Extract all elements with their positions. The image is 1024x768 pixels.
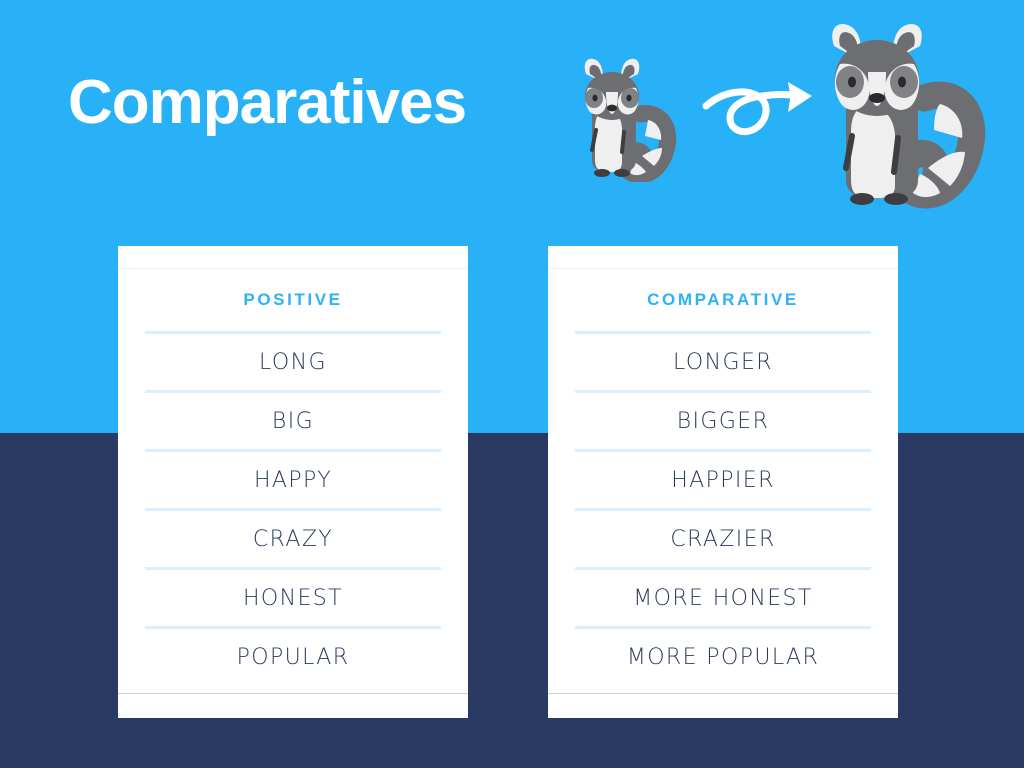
- row-label: MORE HONEST: [633, 585, 813, 611]
- table-row: LONG: [145, 331, 441, 390]
- card-top-strip: [548, 246, 898, 269]
- row-label: MORE POPULAR: [626, 644, 820, 670]
- row-label: POPULAR: [236, 644, 350, 670]
- row-label: HAPPIER: [671, 467, 775, 493]
- table-row: MORE POPULAR: [575, 626, 871, 685]
- raccoon-large-icon: [832, 24, 986, 209]
- row-label: LONGER: [673, 349, 773, 375]
- table-row: CRAZIER: [575, 508, 871, 567]
- table-row: BIGGER: [575, 390, 871, 449]
- table-row: HONEST: [145, 567, 441, 626]
- table-row: BIG: [145, 390, 441, 449]
- column-header-comparative: COMPARATIVE: [647, 290, 799, 309]
- card-footer-strip: [548, 693, 898, 718]
- row-label: CRAZY: [252, 526, 334, 552]
- column-header-positive: POSITIVE: [243, 290, 343, 309]
- positive-table-card: POSITIVE LONG BIG HAPPY CRAZY HONEST POP…: [118, 246, 468, 718]
- row-label: HONEST: [242, 585, 344, 611]
- comparative-table-card: COMPARATIVE LONGER BIGGER HAPPIER CRAZIE…: [548, 246, 898, 718]
- table-row: CRAZY: [145, 508, 441, 567]
- card-top-strip: [118, 246, 468, 269]
- row-label: CRAZIER: [670, 526, 776, 552]
- row-label: BIG: [271, 408, 315, 434]
- table-row: POPULAR: [145, 626, 441, 685]
- comparative-rows: LONGER BIGGER HAPPIER CRAZIER MORE HONES…: [548, 331, 898, 685]
- card-footer-strip: [118, 693, 468, 718]
- table-row: HAPPIER: [575, 449, 871, 508]
- row-label: HAPPY: [253, 467, 333, 493]
- table-row: HAPPY: [145, 449, 441, 508]
- table-row: MORE HONEST: [575, 567, 871, 626]
- raccoon-small-icon: [584, 58, 677, 182]
- row-label: BIGGER: [676, 408, 770, 434]
- page-title: Comparatives: [68, 68, 467, 137]
- table-row: LONGER: [575, 331, 871, 390]
- row-label: LONG: [259, 349, 327, 375]
- positive-rows: LONG BIG HAPPY CRAZY HONEST POPULAR: [118, 331, 468, 685]
